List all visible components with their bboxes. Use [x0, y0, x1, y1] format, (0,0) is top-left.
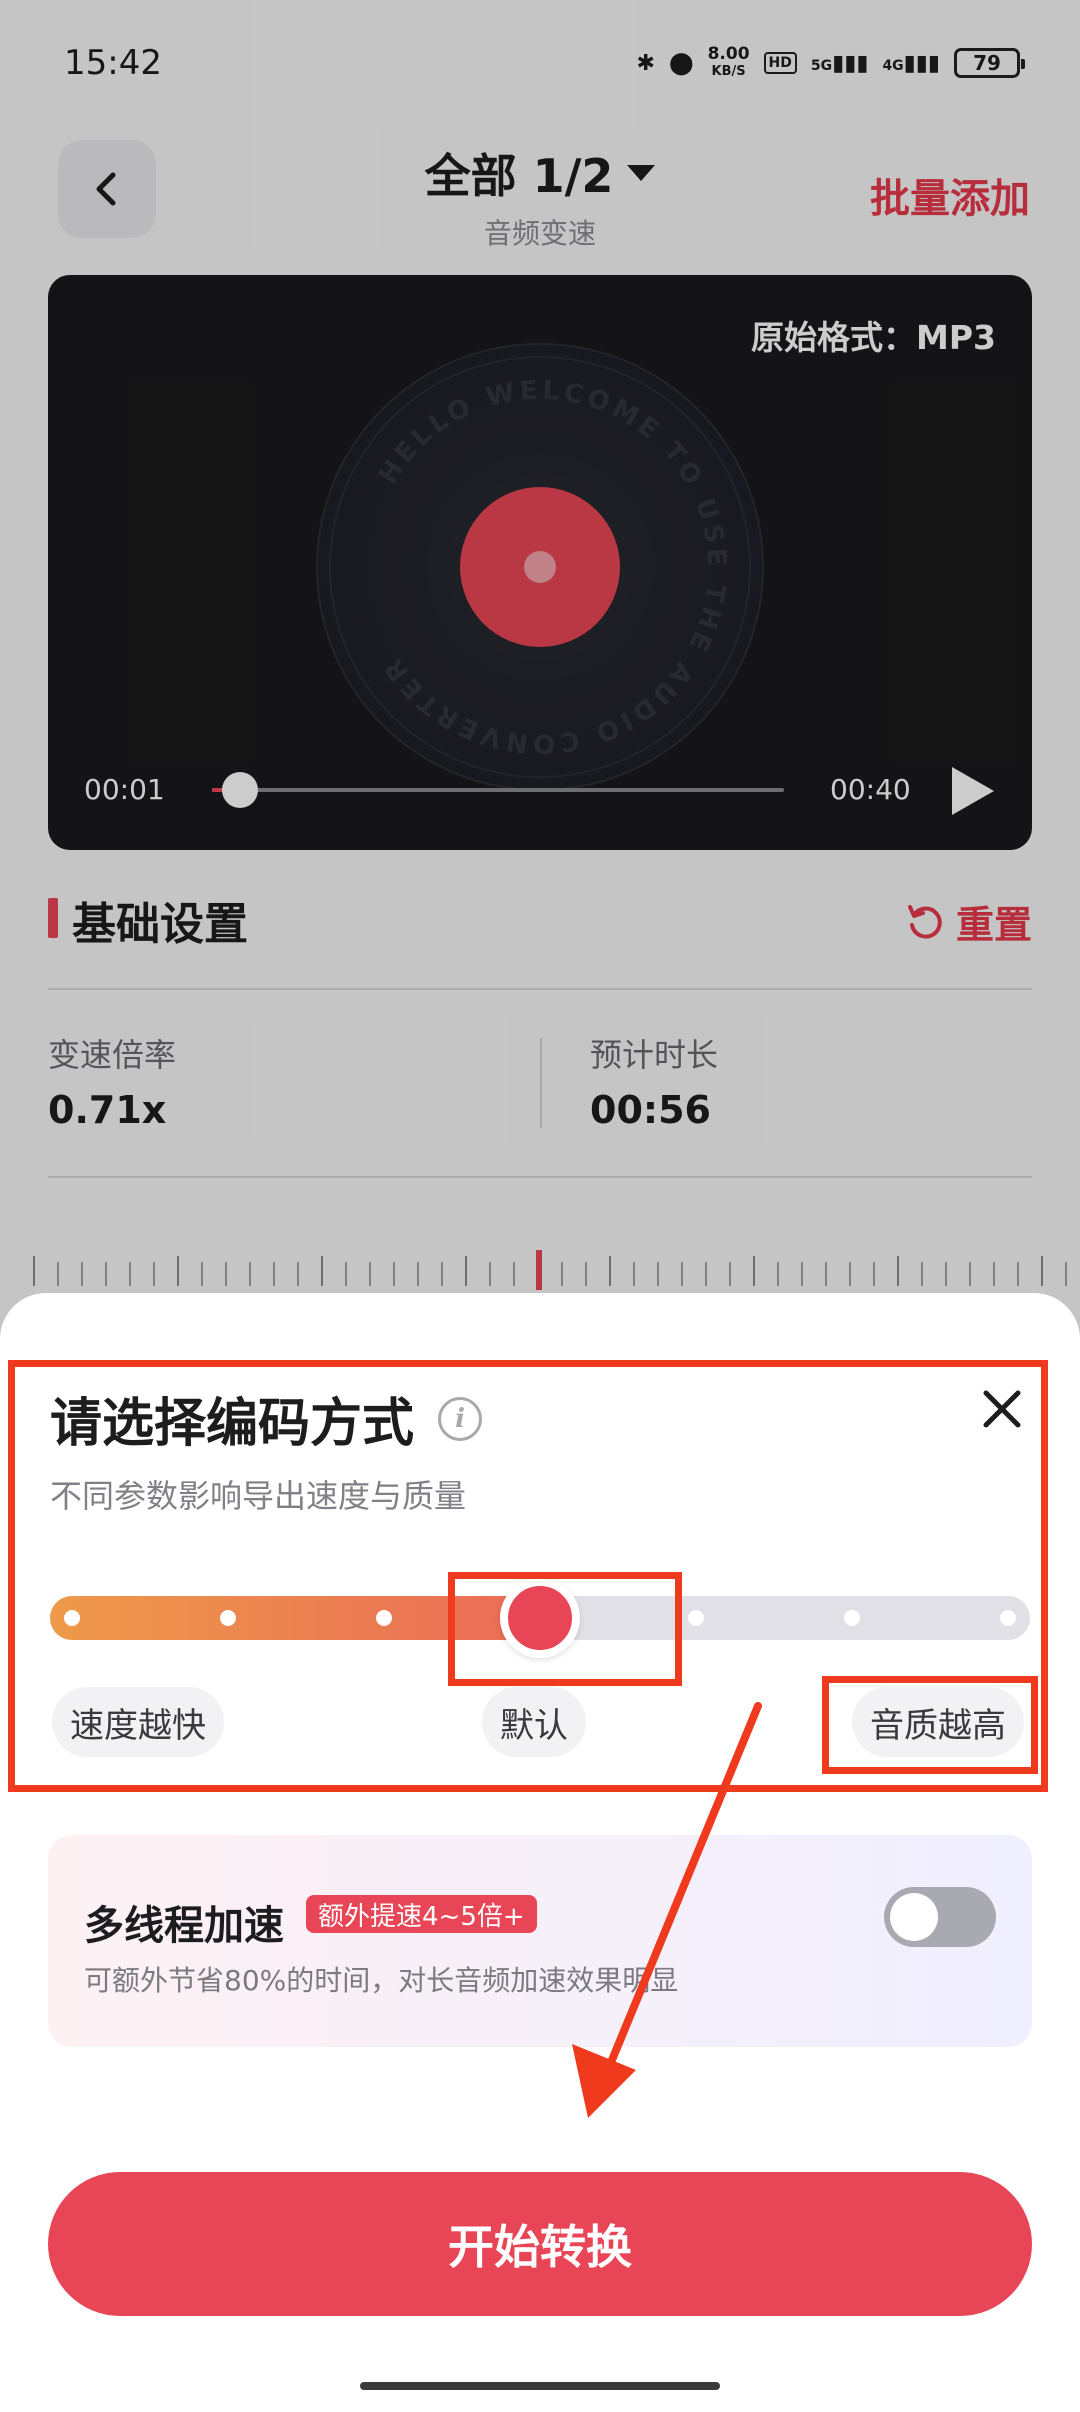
annotation-box-knob — [448, 1572, 682, 1686]
multithread-title: 多线程加速 — [84, 1903, 284, 1949]
toggle-knob — [890, 1893, 938, 1941]
annotation-box-quality — [822, 1676, 1038, 1774]
multithread-card: 多线程加速 额外提速4~5倍+ 可额外节省80%的时间，对长音频加速效果明显 — [48, 1835, 1032, 2047]
multithread-toggle[interactable] — [884, 1887, 996, 1947]
home-indicator[interactable] — [360, 2382, 720, 2390]
multithread-desc: 可额外节省80%的时间，对长音频加速效果明显 — [84, 1964, 679, 1997]
multithread-badge: 额外提速4~5倍+ — [306, 1895, 537, 1933]
start-convert-button[interactable]: 开始转换 — [48, 2172, 1032, 2316]
